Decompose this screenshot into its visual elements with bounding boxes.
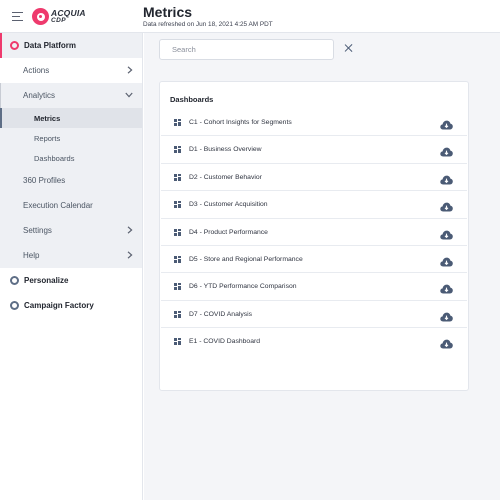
dashboard-name[interactable]: D2 - Customer Behavior	[189, 174, 262, 181]
dashboard-name[interactable]: D5 - Store and Regional Performance	[189, 256, 303, 263]
personalize-icon	[10, 276, 19, 285]
search-box[interactable]	[159, 39, 334, 60]
campaign-factory-icon	[10, 301, 19, 310]
dashboard-grid-icon	[174, 255, 181, 263]
dashboard-row[interactable]: D5 - Store and Regional Performance	[161, 246, 467, 274]
dashboard-name[interactable]: D3 - Customer Acquisition	[189, 201, 268, 208]
sidebar-item-label: Execution Calendar	[23, 201, 93, 210]
cloud-download-icon[interactable]	[440, 172, 453, 185]
sidebar-item-label: Settings	[23, 226, 52, 235]
sidebar-subitem-label: Dashboards	[34, 153, 75, 163]
dashboard-row[interactable]: D4 - Product Performance	[161, 219, 467, 246]
acquia-cdp-logo[interactable]: ACQUIA CDP	[32, 8, 92, 28]
cloud-download-icon[interactable]	[440, 254, 453, 267]
logo-text: ACQUIA	[51, 8, 86, 18]
dashboard-name[interactable]: D4 - Product Performance	[189, 229, 268, 236]
dashboard-name[interactable]: D6 - YTD Performance Comparison	[189, 283, 297, 290]
data-refresh-timestamp: Data refreshed on Jun 18, 2021 4:25 AM P…	[143, 21, 273, 28]
sidebar: Data Platform Actions Analytics Metrics …	[0, 33, 143, 500]
sidebar-section-label: Campaign Factory	[24, 301, 94, 310]
sidebar-section-campaign-factory[interactable]: Campaign Factory	[0, 293, 142, 318]
dashboard-name[interactable]: E1 - COVID Dashboard	[189, 338, 260, 345]
dashboard-grid-icon	[174, 173, 181, 181]
cloud-download-icon[interactable]	[440, 309, 453, 322]
dashboard-grid-icon	[174, 310, 181, 318]
chevron-right-icon	[127, 66, 133, 76]
dashboards-panel: Dashboards C1 - Cohort Insights for Segm…	[159, 81, 469, 391]
dashboard-row[interactable]: E1 - COVID Dashboard	[161, 328, 467, 355]
dashboard-name[interactable]: D1 - Business Overview	[189, 146, 262, 153]
cloud-download-icon[interactable]	[440, 227, 453, 240]
dashboard-row[interactable]: D3 - Customer Acquisition	[161, 191, 467, 219]
dashboard-row[interactable]: D1 - Business Overview	[161, 136, 467, 164]
page-title: Metrics	[143, 4, 193, 20]
cloud-download-icon[interactable]	[440, 281, 453, 294]
sidebar-section-data-platform[interactable]: Data Platform	[0, 33, 142, 58]
sidebar-item-label: Analytics	[23, 91, 56, 100]
search-input[interactable]	[172, 45, 322, 54]
sidebar-item-settings[interactable]: Settings	[0, 218, 142, 243]
sidebar-item-execution-calendar[interactable]: Execution Calendar	[0, 193, 142, 218]
sidebar-section-label: Personalize	[24, 276, 69, 285]
sidebar-subitem-label: Reports	[34, 133, 61, 143]
sidebar-item-analytics[interactable]: Analytics	[0, 83, 142, 108]
panel-title: Dashboards	[170, 95, 214, 104]
clear-search-close-icon[interactable]	[344, 43, 354, 53]
sidebar-lower-group: 360 Profiles Execution Calendar Settings…	[0, 168, 142, 268]
sidebar-subitem-dashboards[interactable]: Dashboards	[0, 148, 142, 168]
dashboard-row[interactable]: D2 - Customer Behavior	[161, 164, 467, 192]
chevron-right-icon	[127, 251, 133, 261]
dashboard-grid-icon	[174, 201, 181, 209]
dashboard-row[interactable]: C1 - Cohort Insights for Segments	[161, 109, 467, 137]
sidebar-item-360-profiles[interactable]: 360 Profiles	[0, 168, 142, 193]
logo-subtext: CDP	[51, 17, 66, 24]
sidebar-subitem-reports[interactable]: Reports	[0, 128, 142, 148]
cloud-download-icon[interactable]	[440, 144, 453, 157]
menu-icon[interactable]	[12, 12, 23, 21]
cloud-download-icon[interactable]	[440, 117, 453, 130]
sidebar-item-actions[interactable]: Actions	[0, 58, 142, 83]
sidebar-item-label: 360 Profiles	[23, 176, 66, 185]
sidebar-item-label: Actions	[23, 66, 50, 75]
dashboard-row[interactable]: D6 - YTD Performance Comparison	[161, 273, 467, 301]
data-platform-icon	[10, 41, 19, 50]
sidebar-subitem-label: Metrics	[34, 113, 61, 123]
logo-mark-icon	[32, 8, 49, 25]
app-header: ACQUIA CDP Metrics Data refreshed on Jun…	[0, 0, 500, 33]
sidebar-item-help[interactable]: Help	[0, 243, 142, 268]
dashboards-list: C1 - Cohort Insights for Segments D1 - Bu…	[161, 109, 467, 356]
chevron-right-icon	[127, 226, 133, 236]
dashboard-name[interactable]: C1 - Cohort Insights for Segments	[189, 119, 292, 126]
cloud-download-icon[interactable]	[440, 199, 453, 212]
main-content: Dashboards C1 - Cohort Insights for Segm…	[144, 33, 500, 500]
sidebar-section-personalize[interactable]: Personalize	[0, 268, 142, 293]
dashboard-grid-icon	[174, 228, 181, 236]
dashboard-name[interactable]: D7 - COVID Analysis	[189, 311, 252, 318]
sidebar-section-label: Data Platform	[24, 41, 77, 50]
sidebar-item-label: Help	[23, 251, 40, 260]
dashboard-grid-icon	[174, 283, 181, 291]
cloud-download-icon[interactable]	[440, 336, 453, 349]
dashboard-grid-icon	[174, 119, 181, 126]
analytics-submenu: Metrics Reports Dashboards	[0, 108, 142, 168]
chevron-down-icon	[125, 91, 133, 100]
dashboard-grid-icon	[174, 338, 181, 346]
dashboard-grid-icon	[174, 146, 181, 154]
dashboard-row[interactable]: D7 - COVID Analysis	[161, 301, 467, 329]
sidebar-subitem-metrics[interactable]: Metrics	[0, 108, 142, 128]
